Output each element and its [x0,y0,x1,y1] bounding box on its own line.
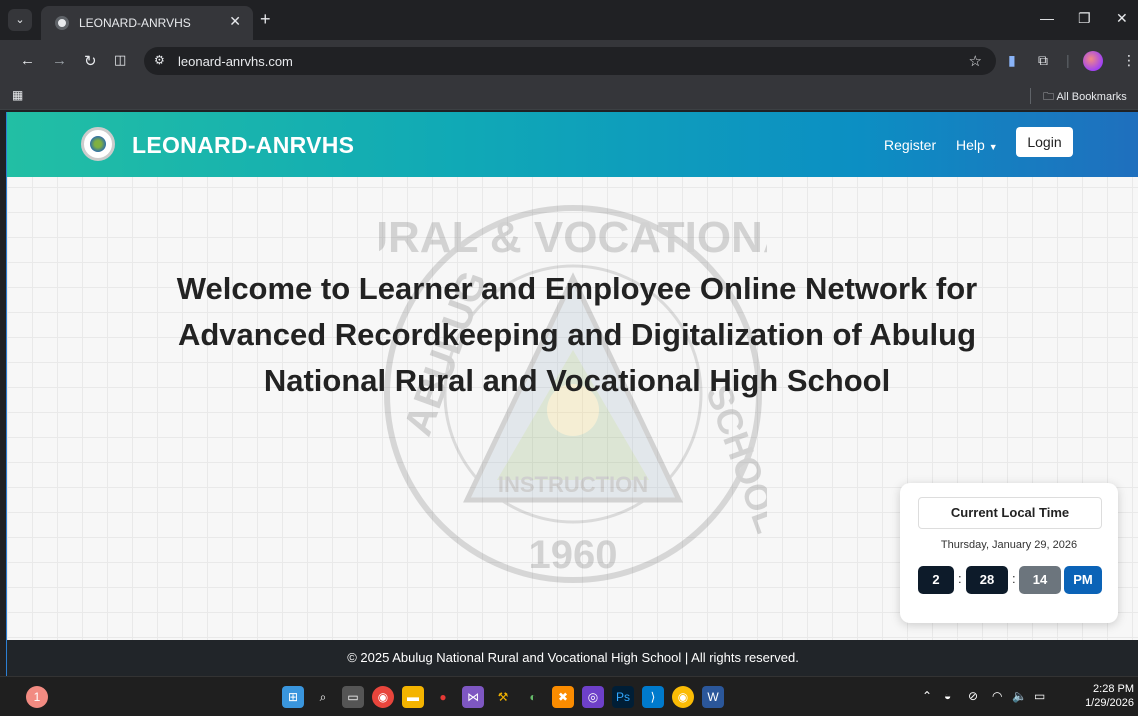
toolbar-divider: | [1066,52,1070,68]
search-icon[interactable]: ⌕ [312,686,334,708]
tab-search-icon[interactable]: ⌄ [8,9,32,31]
school-logo[interactable] [81,127,115,161]
forward-icon[interactable]: → [52,52,67,69]
hero-title: Welcome to Learner and Employee Online N… [176,271,978,398]
seal-instruction-text: INSTRUCTION [498,472,648,497]
extension-icon[interactable]: ▮ [1008,52,1016,69]
menu-kebab-icon[interactable]: ⋮ [1122,52,1136,69]
chrome-icon[interactable]: ◉ [372,686,394,708]
battery-icon[interactable]: ▭ [1034,689,1045,703]
url-text: leonard-anrvhs.com [178,54,293,69]
chrome-profile-icon[interactable]: ◉ [672,686,694,708]
clock-seconds: 14 [1019,566,1061,594]
word-icon[interactable]: W [702,686,724,708]
clock-minutes: 28 [966,566,1008,594]
clock-hours: 2 [918,566,954,594]
visual-studio-icon[interactable]: ⋈ [462,686,484,708]
tray-muted-icon[interactable]: ⊘ [968,689,978,703]
login-button[interactable]: Login [1016,127,1073,157]
notification-badge: 1 [33,690,41,704]
photoshop-icon[interactable]: Ps [612,686,634,708]
minimize-icon[interactable]: — [1040,10,1054,26]
task-view-icon[interactable]: ▭ [342,686,364,708]
widgets-icon[interactable]: 1 [26,686,48,708]
record-icon[interactable]: ● [432,686,454,708]
volume-icon[interactable]: 🔈 [1012,689,1027,703]
site-info-icon[interactable]: ⚙ [154,53,165,67]
browser-window: ⌄ LEONARD-ANRVHS ✕ + — ❐ ✕ ← → ↻ ◫ ⚙ leo… [0,0,1138,676]
clock-period: PM [1064,566,1102,594]
github-icon[interactable]: ◎ [582,686,604,708]
apps-grid-icon[interactable]: ▦ [12,88,23,102]
new-tab-icon[interactable]: + [260,9,271,30]
close-window-icon[interactable]: ✕ [1116,10,1128,27]
taskbar-clock[interactable]: 2:28 PM 1/29/2026 [1076,682,1134,710]
tab-close-icon[interactable]: ✕ [229,13,241,30]
caret-down-icon: ▼ [988,142,998,152]
restore-icon[interactable]: ❐ [1078,10,1091,27]
clock-heading: Current Local Time [918,497,1102,529]
extensions-puzzle-icon[interactable]: ⧉ [1038,52,1048,69]
vscode-icon[interactable]: ⟩ [642,686,664,708]
taskbar-date: 1/29/2026 [1085,697,1134,709]
bookmarks-bar: ▦ 🗀 All Bookmarks [0,82,1138,110]
site-footer: © 2025 Abulug National Rural and Vocatio… [7,640,1138,676]
help-label: Help [956,137,985,153]
site-brand[interactable]: LEONARD-ANRVHS [132,132,354,159]
back-icon[interactable]: ← [20,52,35,69]
help-dropdown[interactable]: Help ▼ [956,137,998,153]
tray-app-icon[interactable]: ◒ [944,689,951,703]
profile-avatar[interactable] [1083,51,1103,71]
start-windows-icon[interactable]: ⊞ [282,686,304,708]
browser-toolbar: ← → ↻ ◫ ⚙ leonard-anrvhs.com ☆ ▮ ⧉ | ⋮ [0,40,1138,82]
local-time-card: Current Local Time Thursday, January 29,… [900,483,1118,623]
bookmarks-divider [1030,88,1031,104]
register-link[interactable]: Register [884,137,936,153]
taskbar-time: 2:28 PM [1093,683,1134,695]
xampp-icon[interactable]: ✖ [552,686,574,708]
browser-tab[interactable]: LEONARD-ANRVHS ✕ [41,6,253,40]
site-favicon-icon [55,16,69,30]
site-navbar: LEONARD-ANRVHS Register Help ▼ Login [7,112,1138,177]
tab-strip: ⌄ LEONARD-ANRVHS ✕ + — ❐ ✕ [0,0,1138,40]
file-explorer-icon[interactable]: ▬ [402,686,424,708]
taskbar: 1 ⊞ ⌕ ▭ ◉ ▬ ● ⋈ ⚒ ◐ ✖ ◎ Ps ⟩ ◉ W ⌃ ◒ ⊘ ◠… [0,676,1138,716]
tools-icon[interactable]: ⚒ [492,686,514,708]
tab-title: LEONARD-ANRVHS [79,16,191,30]
tray-overflow-icon[interactable]: ⌃ [922,689,932,703]
clock-separator: : [958,571,962,586]
seal-year-text: 1960 [529,533,618,577]
split-view-icon[interactable]: ◫ [114,52,126,68]
android-studio-icon[interactable]: ◐ [522,686,544,708]
clock-date: Thursday, January 29, 2026 [940,539,1078,551]
reload-icon[interactable]: ↻ [84,52,97,70]
clock-separator: : [1012,571,1016,586]
seal-top-text: RURAL & VOCATIONAL [379,213,767,262]
bookmark-star-icon[interactable]: ☆ [969,52,982,70]
web-page: LEONARD-ANRVHS Register Help ▼ Login RUR… [6,112,1138,676]
all-bookmarks-label: All Bookmarks [1056,91,1127,103]
wifi-icon[interactable]: ◠ [992,689,1002,703]
all-bookmarks-button[interactable]: 🗀 All Bookmarks [1043,88,1127,107]
address-bar[interactable]: ⚙ leonard-anrvhs.com ☆ [144,47,996,75]
